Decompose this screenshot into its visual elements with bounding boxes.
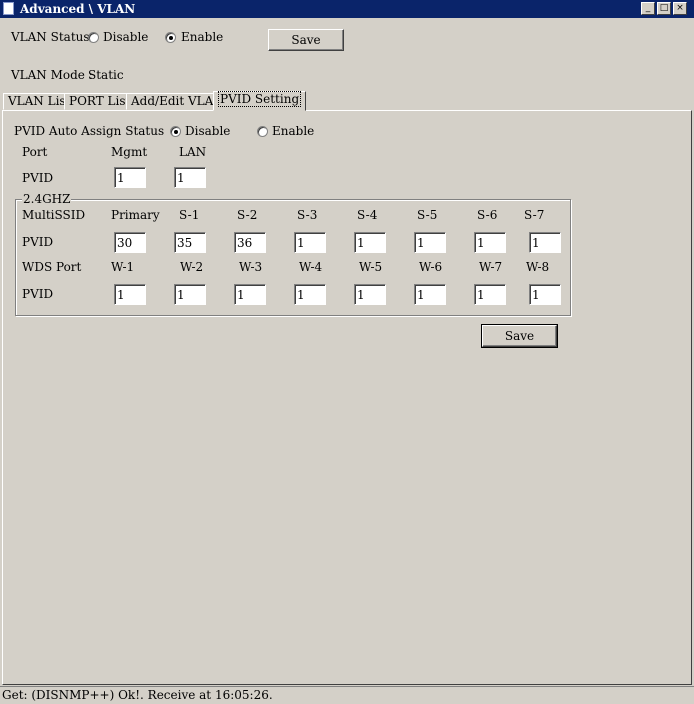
- wds-pvid-input-w4[interactable]: [294, 284, 326, 305]
- wds-col-w4: W-4: [299, 260, 323, 274]
- ssid-pvid-input-s7[interactable]: [529, 232, 561, 253]
- vlan-mode-label: VLAN Mode :: [11, 68, 93, 82]
- lan-header-label: LAN: [179, 145, 207, 159]
- ssid-col-s4: S-4: [357, 208, 378, 222]
- pvid-auto-assign-label: PVID Auto Assign Status: [14, 124, 165, 138]
- wds-col-w8: W-8: [526, 260, 550, 274]
- tab-port-list[interactable]: PORT List: [64, 93, 136, 110]
- pvid-auto-disable-label[interactable]: Disable: [185, 124, 230, 138]
- ssid-pvid-input-s3[interactable]: [294, 232, 326, 253]
- minimize-button[interactable]: _: [641, 2, 655, 15]
- pvid-auto-enable-label[interactable]: Enable: [272, 124, 314, 138]
- vlan-status-save-button[interactable]: Save: [268, 29, 344, 51]
- vlan-status-enable-label[interactable]: Enable: [181, 30, 223, 44]
- maximize-button[interactable]: □: [657, 2, 671, 15]
- vlan-mode-value: Static: [88, 68, 124, 82]
- wds-pvid-input-w7[interactable]: [474, 284, 506, 305]
- wds-pvid-input-w1[interactable]: [114, 284, 146, 305]
- multissid-label: MultiSSID: [22, 208, 86, 222]
- ssid-pvid-label: PVID: [22, 235, 54, 249]
- port-header-label: Port: [22, 145, 48, 159]
- ssid-col-s5: S-5: [417, 208, 438, 222]
- tab-pvid-setting[interactable]: PVID Setting: [213, 91, 307, 111]
- wds-col-w7: W-7: [479, 260, 503, 274]
- ssid-pvid-input-s4[interactable]: [354, 232, 386, 253]
- ssid-pvid-input-s6[interactable]: [474, 232, 506, 253]
- wds-port-label: WDS Port: [22, 260, 82, 274]
- pvid-auto-disable-radio[interactable]: [170, 126, 181, 137]
- vlan-status-enable-radio[interactable]: [165, 32, 176, 43]
- status-bar: Get: (DISNMP++) Ok!. Receive at 16:05:26…: [0, 686, 694, 704]
- lan-pvid-input[interactable]: [174, 167, 206, 188]
- wds-col-w1: W-1: [111, 260, 135, 274]
- vlan-status-disable-radio[interactable]: [88, 32, 99, 43]
- ssid-col-s1: S-1: [179, 208, 200, 222]
- close-button[interactable]: ×: [673, 2, 687, 15]
- window-title: Advanced \ VLAN: [20, 2, 136, 16]
- tab-panel: [2, 110, 692, 685]
- wireless-group-title: 2.4GHZ: [22, 192, 72, 206]
- ssid-col-s3: S-3: [297, 208, 318, 222]
- pvid-auto-enable-radio[interactable]: [257, 126, 268, 137]
- wds-pvid-input-w3[interactable]: [234, 284, 266, 305]
- ssid-pvid-input-s1[interactable]: [174, 232, 206, 253]
- wds-col-w5: W-5: [359, 260, 383, 274]
- wds-pvid-input-w8[interactable]: [529, 284, 561, 305]
- status-text: Get: (DISNMP++) Ok!. Receive at 16:05:26…: [2, 688, 273, 702]
- app-icon: [3, 2, 14, 15]
- port-pvid-label: PVID: [22, 171, 54, 185]
- wds-col-w3: W-3: [239, 260, 263, 274]
- wds-col-w6: W-6: [419, 260, 443, 274]
- ssid-pvid-input-s2[interactable]: [234, 232, 266, 253]
- wds-pvid-input-w5[interactable]: [354, 284, 386, 305]
- vlan-status-label: VLAN Status: [11, 30, 90, 44]
- wds-pvid-label: PVID: [22, 287, 54, 301]
- ssid-pvid-input-primary[interactable]: [114, 232, 146, 253]
- mgmt-pvid-input[interactable]: [114, 167, 146, 188]
- wds-pvid-input-w2[interactable]: [174, 284, 206, 305]
- ssid-col-s6: S-6: [477, 208, 498, 222]
- ssid-pvid-input-s5[interactable]: [414, 232, 446, 253]
- vlan-status-disable-label[interactable]: Disable: [103, 30, 148, 44]
- mgmt-header-label: Mgmt: [111, 145, 148, 159]
- ssid-col-s2: S-2: [237, 208, 258, 222]
- wds-col-w2: W-2: [180, 260, 204, 274]
- ssid-col-s7: S-7: [524, 208, 545, 222]
- ssid-col-primary: Primary: [111, 208, 160, 222]
- wds-pvid-input-w6[interactable]: [414, 284, 446, 305]
- pvid-save-button[interactable]: Save: [481, 324, 558, 348]
